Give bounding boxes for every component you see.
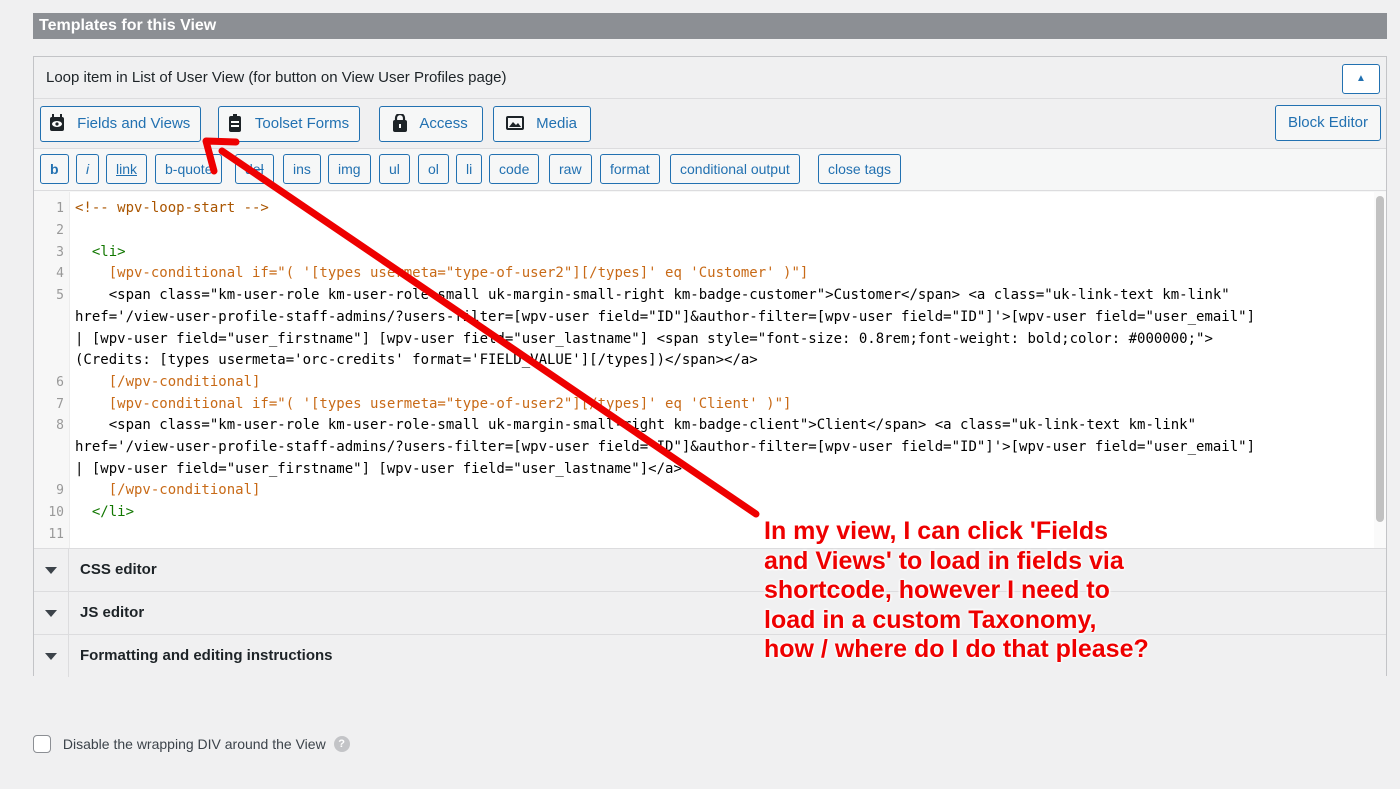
arrow-shaft	[218, 147, 760, 518]
annotation-line: load in a custom Taxonomy,	[764, 605, 1097, 634]
annotation-line: how / where do I do that please?	[764, 635, 1149, 663]
annotation-line: and Views' to load in fields via	[764, 546, 1124, 575]
annotation-line: shortcode, however I need to	[764, 576, 1110, 604]
annotation-line: In my view, I can click 'Fields	[764, 517, 1109, 545]
annotation-callout: In my view, I can click 'Fields and View…	[764, 517, 1224, 665]
annotation-arrow-icon	[202, 137, 760, 518]
